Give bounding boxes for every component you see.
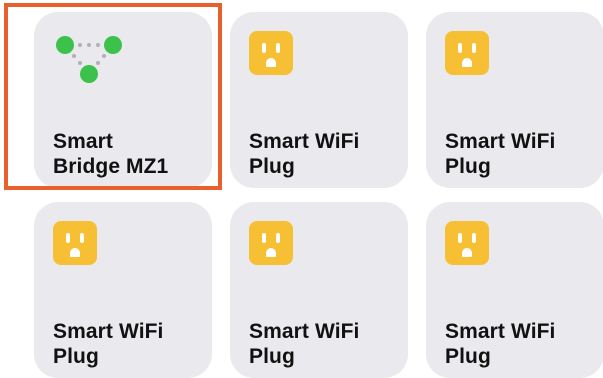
tile-label: Smart WiFi Plug	[249, 130, 360, 178]
tile-smart-wifi-plug[interactable]: Smart WiFi Plug	[230, 202, 408, 378]
plug-icon	[445, 31, 489, 75]
tile-label: Smart Bridge MZ1	[53, 130, 169, 178]
tile-smart-wifi-plug[interactable]: Smart WiFi Plug	[34, 202, 212, 378]
tile-label: Smart WiFi Plug	[445, 130, 556, 178]
tile-smart-wifi-plug[interactable]: Smart WiFi Plug	[426, 12, 603, 188]
plug-icon	[445, 221, 489, 265]
tile-smart-wifi-plug[interactable]: Smart WiFi Plug	[426, 202, 603, 378]
bridge-icon	[53, 31, 122, 83]
tile-label: Smart WiFi Plug	[249, 320, 360, 368]
plug-icon	[249, 221, 293, 265]
plug-icon	[53, 221, 97, 265]
plug-icon	[249, 31, 293, 75]
accessory-grid: Smart Bridge MZ1 Smart WiFi Plug Smart W…	[0, 0, 603, 378]
tile-label: Smart WiFi Plug	[53, 320, 164, 368]
tile-smart-bridge[interactable]: Smart Bridge MZ1	[34, 12, 212, 188]
tile-label: Smart WiFi Plug	[445, 320, 556, 368]
tile-smart-wifi-plug[interactable]: Smart WiFi Plug	[230, 12, 408, 188]
